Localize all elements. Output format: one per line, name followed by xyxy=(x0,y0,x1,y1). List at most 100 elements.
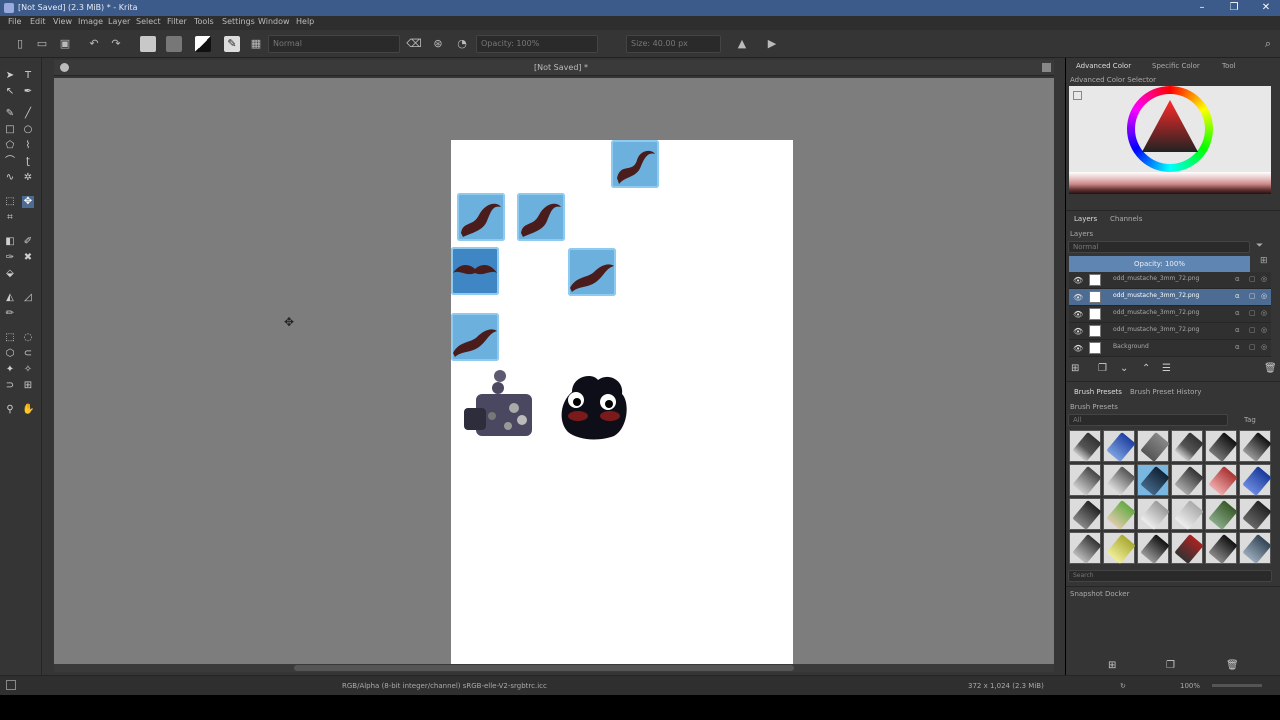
layer-opacity-slider[interactable]: Opacity: 100% xyxy=(1069,256,1250,272)
inherit-alpha-icon[interactable]: ◎ xyxy=(1261,292,1267,300)
bezier-select-icon[interactable]: ⊃ xyxy=(4,380,16,392)
assistant-tool-icon[interactable]: ◭ xyxy=(4,292,16,304)
brush-preset[interactable] xyxy=(1171,430,1204,462)
brush-preset[interactable] xyxy=(1205,464,1238,496)
menu-select[interactable]: Select xyxy=(136,17,161,26)
rotation-icon[interactable]: ↻ xyxy=(1120,682,1126,690)
visibility-eye-icon[interactable]: 👁 xyxy=(1073,276,1083,285)
alpha-icon[interactable]: α xyxy=(1235,292,1240,300)
inherit-alpha-icon[interactable]: ◎ xyxy=(1261,309,1267,317)
mirror-vertical-icon[interactable]: ▶ xyxy=(764,36,780,52)
brush-preset[interactable] xyxy=(1171,464,1204,496)
alpha-icon[interactable]: α xyxy=(1235,309,1240,317)
mustache-sticker[interactable] xyxy=(517,193,565,241)
pan-tool-icon[interactable]: ✋ xyxy=(22,404,34,416)
inherit-alpha-icon[interactable]: ◎ xyxy=(1261,343,1267,351)
crop-tool-icon[interactable]: ⌗ xyxy=(4,212,16,224)
rectangle-tool-icon[interactable]: □ xyxy=(4,124,16,136)
layer-row[interactable]: 👁 odd_mustache_3mm_72.png α ▢ ◎ xyxy=(1069,323,1271,340)
menu-tools[interactable]: Tools xyxy=(194,17,214,26)
mustache-sticker[interactable] xyxy=(451,313,499,361)
move-layer-up-icon[interactable]: ⌃ xyxy=(1142,363,1150,374)
brush-preset[interactable] xyxy=(1103,430,1136,462)
inherit-alpha-icon[interactable]: ◎ xyxy=(1261,326,1267,334)
alpha-icon[interactable]: α xyxy=(1235,326,1240,334)
opacity-slider[interactable]: Opacity: 100% xyxy=(476,35,598,53)
mustache-sticker[interactable] xyxy=(611,140,659,188)
visibility-eye-icon[interactable]: 👁 xyxy=(1073,293,1083,302)
redo-icon[interactable]: ↷ xyxy=(108,36,124,52)
alpha-icon[interactable]: α xyxy=(1235,343,1240,351)
color-shade-bar[interactable] xyxy=(1069,172,1271,194)
magnetic-select-icon[interactable]: ⊞ xyxy=(22,380,34,392)
brush-preset[interactable] xyxy=(1205,430,1238,462)
brush-preset[interactable] xyxy=(1069,430,1102,462)
search-icon[interactable]: ⌕ xyxy=(1260,36,1276,52)
contiguous-select-icon[interactable]: ✦ xyxy=(4,364,16,376)
gradient-swatch[interactable] xyxy=(195,36,211,52)
calligraphy-icon[interactable]: ✒ xyxy=(22,86,34,98)
brush-preset[interactable] xyxy=(1069,464,1102,496)
brush-preset[interactable] xyxy=(1239,430,1272,462)
freehand-path-icon[interactable]: ʈ xyxy=(22,156,34,168)
layer-properties-icon[interactable]: ☰ xyxy=(1162,363,1171,374)
menu-filter[interactable]: Filter xyxy=(167,17,187,26)
select-shapes-icon[interactable]: ➤ xyxy=(4,70,16,82)
new-document-icon[interactable]: ▯ xyxy=(12,36,28,52)
brush-preset[interactable] xyxy=(1239,532,1272,564)
lock-icon[interactable]: ▢ xyxy=(1249,343,1256,351)
scrollbar-thumb[interactable] xyxy=(294,665,794,671)
layer-lock-icon[interactable]: ⊞ xyxy=(1260,256,1268,266)
document-tab[interactable]: [Not Saved] * xyxy=(54,60,1054,76)
layer-blend-mode-select[interactable]: Normal xyxy=(1068,241,1250,253)
switch-snapshot-icon[interactable]: ❐ xyxy=(1166,660,1175,671)
brush-filter-select[interactable]: All xyxy=(1068,414,1228,426)
smart-patch-icon[interactable]: ✖ xyxy=(22,252,34,264)
alpha-lock-icon[interactable]: ⊛ xyxy=(430,36,446,52)
freehand-brush-icon[interactable]: ✎ xyxy=(4,108,16,120)
open-document-icon[interactable]: ▭ xyxy=(34,36,50,52)
layer-row[interactable]: 👁 odd_mustache_3mm_72.png α ▢ ◎ xyxy=(1069,272,1271,289)
bezier-tool-icon[interactable]: ⌒ xyxy=(4,156,16,168)
tab-specific-color[interactable]: Specific Color xyxy=(1152,62,1200,70)
blob-character-sticker[interactable] xyxy=(558,372,630,440)
save-document-icon[interactable]: ▣ xyxy=(57,36,73,52)
brush-preset-selected[interactable] xyxy=(1137,464,1170,496)
brush-preset[interactable] xyxy=(1239,498,1272,530)
gradient-tool-icon[interactable]: ◧ xyxy=(4,236,16,248)
freehand-select-icon[interactable]: ⊂ xyxy=(22,348,34,360)
polygon-select-icon[interactable]: ⬡ xyxy=(4,348,16,360)
menu-settings[interactable]: Settings xyxy=(222,17,255,26)
text-tool-icon[interactable]: T xyxy=(22,70,34,82)
menu-window[interactable]: Window xyxy=(258,17,290,26)
tab-brush-preset-history[interactable]: Brush Preset History xyxy=(1130,388,1201,396)
robot-sticker[interactable] xyxy=(462,368,534,440)
delete-layer-icon[interactable]: 🗑 xyxy=(1264,363,1277,374)
similar-select-icon[interactable]: ✧ xyxy=(22,364,34,376)
brush-preview-icon[interactable] xyxy=(6,680,16,690)
move-tool-icon[interactable]: ✥ xyxy=(22,196,34,208)
tab-brush-presets[interactable]: Brush Presets xyxy=(1074,388,1122,396)
horizontal-scrollbar[interactable] xyxy=(54,664,1054,672)
brush-preset[interactable] xyxy=(1103,532,1136,564)
grid-icon[interactable]: ▦ xyxy=(248,36,264,52)
polygon-tool-icon[interactable]: ⬠ xyxy=(4,140,16,152)
undo-icon[interactable]: ↶ xyxy=(86,36,102,52)
foreground-color-swatch[interactable] xyxy=(140,36,156,52)
brush-preset[interactable] xyxy=(1171,498,1204,530)
minimize-button[interactable]: – xyxy=(1188,1,1216,15)
menu-view[interactable]: View xyxy=(53,17,72,26)
brush-preset[interactable] xyxy=(1069,532,1102,564)
brush-preset[interactable] xyxy=(1103,498,1136,530)
brush-preset[interactable] xyxy=(1137,430,1170,462)
brush-size-slider[interactable]: Size: 40.00 px xyxy=(626,35,721,53)
tab-tool[interactable]: Tool xyxy=(1222,62,1236,70)
brush-preset[interactable] xyxy=(1069,498,1102,530)
tab-advanced-color[interactable]: Advanced Color xyxy=(1076,62,1131,70)
dynamic-brush-icon[interactable]: ∿ xyxy=(4,172,16,184)
lock-icon[interactable]: ▢ xyxy=(1249,326,1256,334)
menu-edit[interactable]: Edit xyxy=(30,17,46,26)
ellipse-select-icon[interactable]: ◌ xyxy=(22,332,34,344)
line-tool-icon[interactable]: ╱ xyxy=(22,108,34,120)
visibility-eye-icon[interactable]: 👁 xyxy=(1073,310,1083,319)
